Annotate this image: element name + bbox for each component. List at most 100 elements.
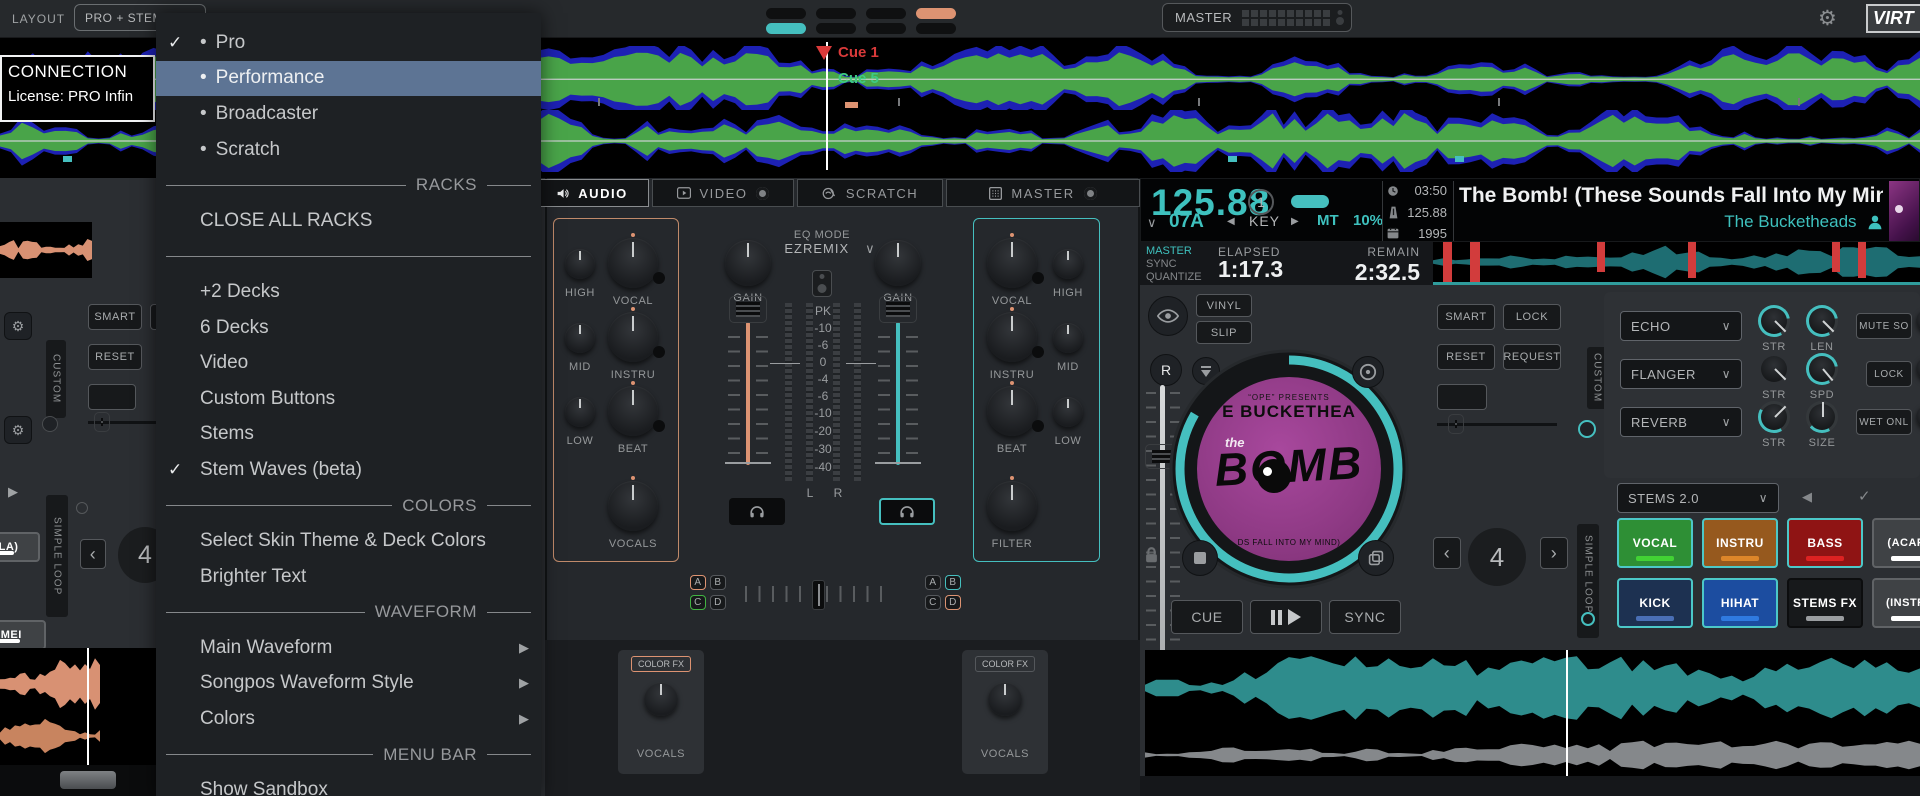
deck-left-empty-slot[interactable]: [88, 384, 136, 410]
key-minus-icon[interactable]: ◀: [1227, 216, 1235, 227]
stem-pad-instru[interactable]: INSTRU: [1702, 518, 1778, 568]
pfl-left-button[interactable]: [729, 498, 785, 525]
deck-left-knob[interactable]: [42, 416, 58, 432]
menu-item-scratch[interactable]: • Scratch: [156, 132, 541, 168]
deck-left-loop-half-button[interactable]: ‹: [80, 539, 106, 569]
play-pause-button[interactable]: [1250, 600, 1322, 634]
menu-item-custom-buttons[interactable]: Custom Buttons: [156, 381, 541, 417]
gain-left-knob[interactable]: [725, 240, 771, 286]
zoom-scrollbar-handle[interactable]: [60, 771, 116, 789]
eq-left-vocal-knob[interactable]: [608, 238, 658, 288]
menu-item-songpos-waveform-style[interactable]: Songpos Waveform Style ▶: [156, 666, 541, 702]
deck2-indicator[interactable]: [816, 8, 856, 19]
menu-item-stems[interactable]: Stems: [156, 417, 541, 453]
gain-right-knob[interactable]: [875, 240, 921, 286]
gear-icon[interactable]: ⚙: [4, 312, 32, 340]
gear-icon[interactable]: ⚙: [4, 416, 32, 444]
track-overview-waveform[interactable]: [1433, 242, 1920, 285]
reset-button[interactable]: RESET: [1437, 344, 1495, 370]
smart-button[interactable]: SMART: [1437, 304, 1495, 330]
tab-video[interactable]: VIDEO: [652, 179, 794, 207]
pitch-percent[interactable]: 10%: [1353, 212, 1383, 229]
fx3-str-knob[interactable]: [1758, 401, 1790, 433]
stems-select[interactable]: STEMS 2.0∨: [1617, 483, 1779, 513]
deck4-indicator[interactable]: [916, 8, 956, 19]
stem-pad-stems-fx[interactable]: STEMS FX: [1787, 578, 1863, 628]
stem-pad-vocal[interactable]: VOCAL: [1617, 518, 1693, 568]
loop-double-button[interactable]: ›: [1540, 537, 1568, 569]
cue-speaker-icon[interactable]: [812, 270, 832, 297]
stem-pad-kick[interactable]: KICK: [1617, 578, 1693, 628]
deck-left-smart-button[interactable]: SMART: [88, 304, 142, 330]
xf-assign-left-d[interactable]: D: [710, 595, 726, 610]
menu-item-pro[interactable]: ✓ • Pro: [156, 25, 541, 61]
stems-prev-icon[interactable]: ◀: [1802, 489, 1812, 505]
stem-pad-hihat[interactable]: HIHAT: [1702, 578, 1778, 628]
eq-left-beat-knob[interactable]: [608, 386, 658, 436]
deck-teal-knob[interactable]: [1578, 420, 1596, 438]
stem-pad-bass[interactable]: BASS: [1787, 518, 1863, 568]
xf-assign-left-a[interactable]: A: [690, 575, 706, 590]
mt-indicator[interactable]: MT: [1317, 212, 1339, 229]
deck-left-dot-button[interactable]: [76, 502, 88, 514]
fx3-select[interactable]: REVERB∨: [1620, 407, 1742, 437]
eq-right-vocal-knob[interactable]: [987, 238, 1037, 288]
fx3-wet-only-button[interactable]: WET ONL: [1856, 409, 1912, 435]
deck3-indicator[interactable]: [866, 8, 906, 19]
deck-scroll-waveform[interactable]: [1145, 650, 1920, 776]
eq-right-instru-knob[interactable]: [987, 312, 1037, 362]
eq-left-vocals-knob[interactable]: [608, 481, 658, 531]
settings-gear-icon[interactable]: ⚙: [1818, 6, 1837, 31]
xf-assign-right-c[interactable]: C: [925, 595, 941, 610]
deck-left-custom-tab[interactable]: CUSTOM: [46, 340, 66, 418]
xf-assign-right-d[interactable]: D: [945, 595, 961, 610]
menu-item-performance[interactable]: • Performance: [156, 61, 541, 97]
fx1-len-knob[interactable]: [1806, 305, 1838, 337]
menu-item-select-skin-theme[interactable]: Select Skin Theme & Deck Colors: [156, 523, 541, 559]
eye-view-button[interactable]: [1148, 296, 1188, 336]
sync-button[interactable]: SYNC: [1329, 600, 1401, 634]
play-icon[interactable]: ▶: [8, 484, 18, 500]
loop-size-display[interactable]: 4: [1468, 528, 1526, 586]
volume-fader-left[interactable]: [729, 296, 767, 323]
cue-button[interactable]: CUE: [1171, 600, 1243, 634]
deck-left-slider-handle[interactable]: [94, 412, 110, 432]
deck8-indicator[interactable]: [916, 23, 956, 34]
deck-left-stem-pad-instrumental[interactable]: UMEI: [0, 620, 46, 650]
menu-item-broadcaster[interactable]: • Broadcaster: [156, 96, 541, 132]
eq-left-high-knob[interactable]: [565, 249, 595, 279]
empty-slot-button[interactable]: [1437, 384, 1487, 410]
lock-button[interactable]: LOCK: [1503, 304, 1561, 330]
track-title[interactable]: The Bomb! (These Sounds Fall Into My Min…: [1459, 184, 1883, 208]
xf-assign-right-b[interactable]: B: [945, 575, 961, 590]
volume-fader-right[interactable]: [879, 296, 917, 323]
clone-deck-button[interactable]: [1358, 540, 1394, 576]
deck-left-zoom-strip[interactable]: [0, 765, 156, 796]
key-value[interactable]: 07A: [1169, 211, 1204, 233]
deck-left-songpos-wave[interactable]: [0, 648, 156, 765]
eq-left-mid-knob[interactable]: [565, 323, 595, 353]
menu-item-show-sandbox[interactable]: Show Sandbox: [156, 772, 541, 796]
key-plus-icon[interactable]: ▶: [1291, 216, 1299, 227]
menu-item-6-decks[interactable]: 6 Decks: [156, 310, 541, 346]
fx1-select[interactable]: ECHO∨: [1620, 311, 1742, 341]
deck6-indicator[interactable]: [816, 23, 856, 34]
tab-master[interactable]: MASTER: [946, 179, 1140, 207]
deck7-indicator[interactable]: [866, 23, 906, 34]
track-artist[interactable]: The Bucketheads: [1724, 212, 1856, 231]
deck-left-reset-button[interactable]: RESET: [88, 344, 142, 370]
tab-scratch[interactable]: SCRATCH: [797, 179, 943, 207]
deck1-indicator[interactable]: [766, 8, 806, 19]
deck5-indicator[interactable]: [766, 23, 806, 34]
menu-item-video[interactable]: Video: [156, 345, 541, 381]
fx2-spd-knob[interactable]: [1806, 353, 1838, 385]
eq-mode-select[interactable]: EZREMIX∨: [770, 241, 890, 257]
deck-left-simple-loop-tab[interactable]: SIMPLE LOOP: [46, 495, 68, 617]
fx2-str-knob[interactable]: [1758, 353, 1790, 385]
eq-right-mid-knob[interactable]: [1053, 323, 1083, 353]
stems-check-icon[interactable]: ✓: [1858, 487, 1871, 505]
colorfx-left-label[interactable]: COLOR FX: [631, 656, 691, 672]
menu-item-close-all-racks[interactable]: CLOSE ALL RACKS: [156, 203, 541, 239]
deck-slider-handle[interactable]: [1448, 414, 1464, 434]
fx3-size-knob[interactable]: [1806, 401, 1838, 433]
